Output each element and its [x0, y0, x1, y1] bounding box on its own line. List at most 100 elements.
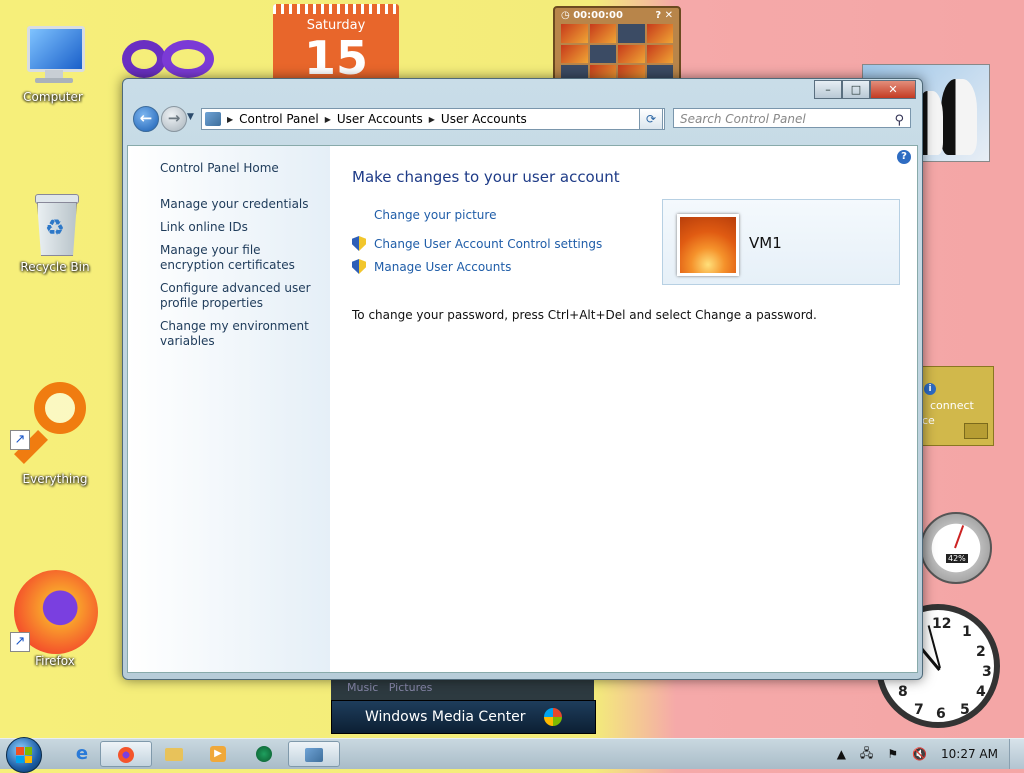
control-panel-window[interactable]: – □ ✕ ← → ▼ ▶ Control Panel ▶ User Accou… — [122, 78, 923, 680]
desktop-icon-recycle-bin[interactable]: ♻ Recycle Bin — [10, 192, 100, 274]
change-picture-link[interactable]: Change your picture — [374, 208, 496, 222]
file-encryption-certificates-link[interactable]: Manage your file encryption certificates — [160, 243, 320, 273]
link-online-ids-link[interactable]: Link online IDs — [160, 220, 320, 235]
arrow-left-icon: ← — [139, 109, 153, 127]
breadcrumb-control-panel[interactable]: Control Panel — [239, 112, 319, 126]
breadcrumb-arrow-icon[interactable]: ▶ — [429, 115, 435, 124]
calendar-rings — [273, 4, 399, 14]
everything-icon: ↗ — [10, 378, 100, 468]
puzzle-tiles[interactable] — [561, 24, 673, 84]
folder-icon — [165, 747, 183, 761]
manage-user-accounts-label[interactable]: Manage User Accounts — [374, 260, 511, 274]
clock-number: 7 — [914, 702, 924, 718]
firefox-icon — [118, 747, 134, 763]
uac-settings-label[interactable]: Change User Account Control settings — [374, 237, 602, 251]
clock-number: 8 — [898, 684, 908, 700]
action-center-flag-icon[interactable]: ⚑ — [887, 747, 898, 761]
taskbar-firefox[interactable] — [100, 741, 152, 767]
clock-number: 2 — [976, 644, 986, 660]
user-picture[interactable] — [677, 214, 739, 276]
network-icon — [964, 423, 988, 439]
penguin-image — [941, 79, 977, 155]
refresh-button[interactable]: ⟳ — [639, 108, 663, 130]
arrow-right-icon: → — [167, 109, 181, 127]
taskbar: e ▶ ▲ 🖧 ⚑ 🔇 10:27 AM — [0, 737, 1024, 773]
feed-text: connect — [930, 399, 974, 412]
password-note: To change your password, press Ctrl+Alt+… — [352, 308, 817, 322]
title-bar[interactable]: – □ ✕ — [123, 79, 922, 103]
uac-settings-link[interactable]: Change User Account Control settings — [352, 236, 602, 251]
user-name: VM1 — [749, 234, 782, 252]
show-desktop-button[interactable] — [1009, 739, 1024, 769]
firefox-icon: ↗ — [10, 566, 100, 656]
shortcut-arrow-icon: ↗ — [10, 430, 30, 450]
taskbar-control-panel[interactable] — [288, 741, 340, 767]
clock-number: 12 — [932, 616, 952, 632]
search-input[interactable]: Search Control Panel ⚲ — [673, 108, 911, 128]
clock-number: 1 — [962, 624, 972, 640]
shortcut-arrow-icon: ↗ — [10, 632, 30, 652]
manage-credentials-link[interactable]: Manage your credentials — [160, 197, 320, 212]
maximize-button[interactable]: □ — [842, 80, 870, 99]
info-icon: i — [924, 383, 936, 395]
help-icon[interactable]: ? — [897, 150, 911, 164]
app-icon — [256, 746, 272, 762]
minimize-button[interactable]: – — [814, 80, 842, 99]
clock-icon: ◷ — [561, 10, 574, 21]
control-panel-home-link[interactable]: Control Panel Home — [160, 161, 320, 176]
manage-user-accounts-link[interactable]: Manage User Accounts — [352, 259, 511, 274]
shield-icon — [352, 236, 366, 251]
computer-icon — [21, 22, 85, 86]
puzzle-timer: 00:00:00 — [573, 10, 623, 21]
windows-logo-icon — [544, 708, 562, 726]
gauge-needle-icon — [954, 525, 965, 549]
breadcrumb-arrow-icon[interactable]: ▶ — [227, 115, 233, 124]
calendar-gadget[interactable]: Saturday 15 — [273, 4, 399, 88]
desktop-icon-label: Computer — [23, 90, 83, 104]
page-title: Make changes to your user account — [352, 168, 620, 186]
cpu-meter-gadget[interactable]: 42% — [920, 512, 992, 584]
volume-muted-icon[interactable]: 🔇 — [912, 747, 927, 761]
taskbar-app-green[interactable] — [238, 741, 290, 767]
breadcrumb-user-accounts[interactable]: User Accounts — [337, 112, 423, 126]
change-picture-label[interactable]: Change your picture — [374, 208, 496, 222]
clock-number: 6 — [936, 706, 946, 722]
close-button[interactable]: ✕ — [870, 80, 916, 99]
infinity-app-icon[interactable] — [122, 34, 218, 84]
show-hidden-icons-icon[interactable]: ▲ — [837, 747, 846, 761]
windows-logo-icon — [16, 747, 32, 763]
desktop-icon-firefox[interactable]: ↗ Firefox — [10, 566, 100, 668]
calendar-day-number: 15 — [303, 31, 368, 85]
clock-number: 3 — [982, 664, 992, 680]
taskbar-media-player[interactable]: ▶ — [192, 741, 244, 767]
main-pane: ? Make changes to your user account Chan… — [330, 146, 917, 672]
environment-variables-link[interactable]: Change my environment variables — [160, 319, 320, 349]
desktop-icon-everything[interactable]: ↗ Everything — [10, 378, 100, 486]
media-center-gadget[interactable]: Windows Media Center — [331, 700, 596, 734]
system-tray: ▲ 🖧 ⚑ 🔇 10:27 AM — [830, 739, 1024, 769]
breadcrumb-arrow-icon[interactable]: ▶ — [325, 115, 331, 124]
control-panel-icon — [205, 112, 221, 126]
taskbar-clock[interactable]: 10:27 AM — [941, 747, 998, 761]
forward-button[interactable]: → — [161, 106, 187, 132]
help-icon[interactable]: ? ✕ — [655, 8, 673, 24]
feed-gadget[interactable]: i connect ce — [915, 366, 994, 446]
search-placeholder: Search Control Panel — [680, 112, 806, 126]
feed-text: ce — [922, 414, 935, 427]
navigation-bar: ← → ▼ ▶ Control Panel ▶ User Accounts ▶ … — [123, 103, 922, 133]
back-button[interactable]: ← — [133, 106, 159, 132]
desktop-icon-computer[interactable]: Computer — [8, 22, 98, 104]
user-account-tile: VM1 — [662, 199, 900, 285]
content-area: Control Panel Home Manage your credentia… — [127, 145, 918, 673]
network-icon[interactable]: 🖧 — [860, 744, 873, 765]
shield-icon — [352, 259, 366, 274]
breadcrumb-user-accounts-current[interactable]: User Accounts — [441, 112, 527, 126]
desktop-icon-label: Recycle Bin — [20, 260, 90, 274]
search-icon[interactable]: ⚲ — [894, 111, 904, 131]
desktop-icon-label: Firefox — [35, 654, 75, 668]
address-bar[interactable]: ▶ Control Panel ▶ User Accounts ▶ User A… — [201, 108, 665, 130]
control-panel-icon — [305, 748, 323, 762]
clock-number: 4 — [976, 684, 986, 700]
recent-pages-button[interactable]: ▼ — [187, 112, 194, 122]
advanced-profile-properties-link[interactable]: Configure advanced user profile properti… — [160, 281, 320, 311]
